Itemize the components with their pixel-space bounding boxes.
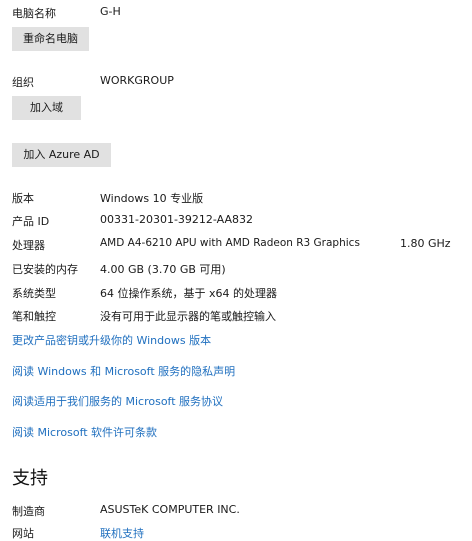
installed-ram-label: 已安装的内存 — [12, 263, 78, 276]
change-product-key-link[interactable]: 更改产品密钥或升级你的 Windows 版本 — [12, 332, 211, 348]
product-id-label: 产品 ID — [12, 215, 50, 228]
product-id-value: 00331-20301-39212-AA832 — [100, 213, 253, 226]
pen-touch-value: 没有可用于此显示器的笔或触控输入 — [100, 310, 276, 323]
join-domain-button[interactable]: 加入域 — [12, 96, 81, 120]
website-label: 网站 — [12, 527, 34, 540]
computer-name-value: G-H — [100, 5, 121, 18]
computer-name-label: 电脑名称 — [12, 7, 56, 20]
processor-speed: 1.80 GHz — [400, 237, 451, 250]
join-azure-ad-button[interactable]: 加入 Azure AD — [12, 143, 111, 167]
edition-label: 版本 — [12, 192, 34, 205]
installed-ram-value: 4.00 GB (3.70 GB 可用) — [100, 263, 226, 276]
processor-value: AMD A4-6210 APU with AMD Radeon R3 Graph… — [100, 237, 360, 249]
system-type-label: 系统类型 — [12, 287, 56, 300]
manufacturer-value: ASUSTeK COMPUTER INC. — [100, 503, 240, 516]
pen-touch-label: 笔和触控 — [12, 310, 56, 323]
privacy-statement-link[interactable]: 阅读 Windows 和 Microsoft 服务的隐私声明 — [12, 363, 235, 379]
services-agreement-link[interactable]: 阅读适用于我们服务的 Microsoft 服务协议 — [12, 393, 223, 409]
support-section-title: 支持 — [12, 468, 48, 489]
rename-computer-button[interactable]: 重命名电脑 — [12, 27, 89, 51]
online-support-link[interactable]: 联机支持 — [100, 525, 144, 541]
organization-label: 组织 — [12, 76, 34, 89]
license-terms-link[interactable]: 阅读 Microsoft 软件许可条款 — [12, 424, 157, 440]
processor-label: 处理器 — [12, 239, 45, 252]
manufacturer-label: 制造商 — [12, 505, 45, 518]
system-type-value: 64 位操作系统，基于 x64 的处理器 — [100, 287, 277, 300]
edition-value: Windows 10 专业版 — [100, 192, 204, 205]
organization-value: WORKGROUP — [100, 74, 174, 87]
